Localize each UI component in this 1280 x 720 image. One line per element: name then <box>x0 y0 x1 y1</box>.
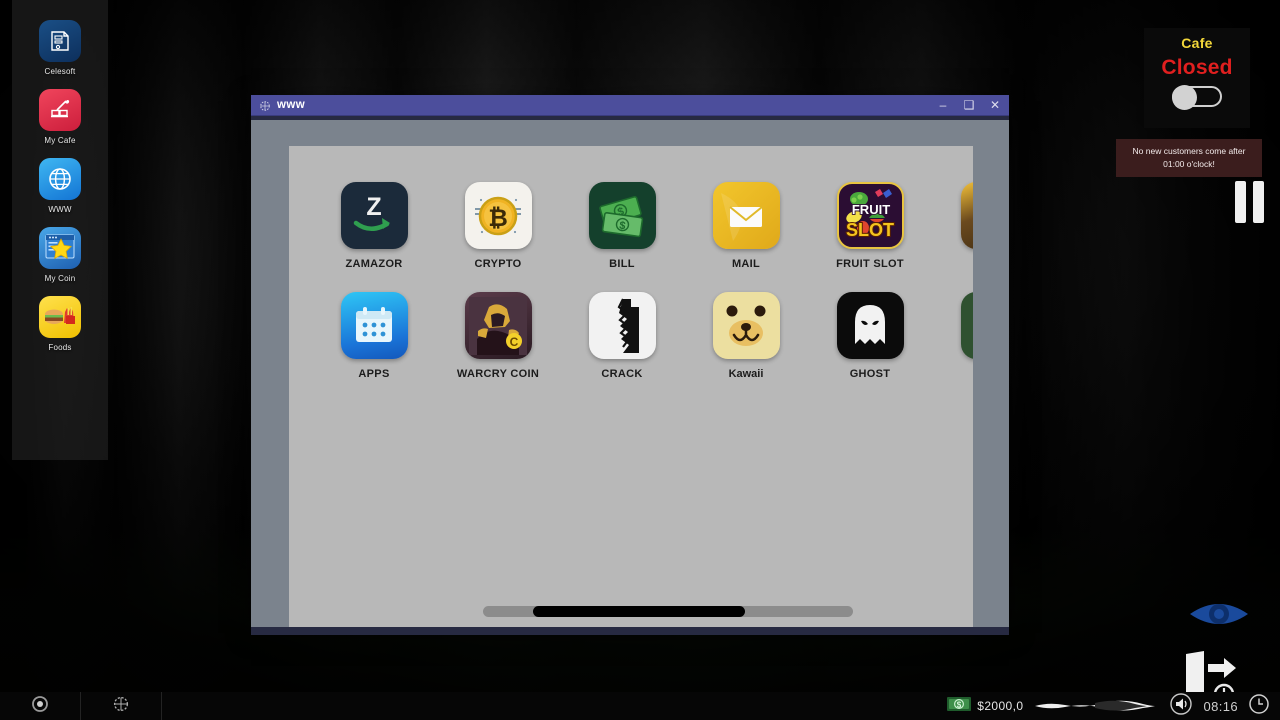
app-tile-skin[interactable]: SKIN <box>939 182 973 270</box>
app-label: ZAMAZOR <box>345 258 402 270</box>
horizontal-scrollbar[interactable] <box>483 606 853 617</box>
eye-view-button[interactable] <box>1186 594 1252 634</box>
clock-time: 08:16 <box>1203 699 1238 714</box>
svg-text:SLOT: SLOT <box>846 220 894 240</box>
pause-bar-left <box>1235 181 1246 223</box>
pause-button[interactable] <box>1232 180 1266 224</box>
globe-icon <box>112 695 130 718</box>
app-tile-crypto[interactable]: ₿ CRYPTO <box>443 182 553 270</box>
app-label: CRYPTO <box>474 258 521 270</box>
bear-face-icon <box>713 292 780 359</box>
app-tile-bill[interactable]: $ $ BILL <box>567 182 677 270</box>
app-grid: Z ZAMAZOR <box>319 182 973 380</box>
cafe-open-toggle[interactable] <box>1172 86 1222 107</box>
treasure-chest-icon <box>961 182 974 249</box>
bitcoin-coin-icon: ₿ <box>465 182 532 249</box>
desktop-icon-label: My Coin <box>45 274 76 284</box>
desktop-icon-label: Foods <box>48 343 71 353</box>
pause-bar-right <box>1253 181 1264 223</box>
cafe-status-badge: Closed <box>1161 56 1232 80</box>
fruit-slot-machine-icon: FRUIT SLOT <box>837 182 904 249</box>
window-content-area: Z ZAMAZOR <box>289 146 973 627</box>
calendar-grid-icon <box>341 292 408 359</box>
app-tile-mail[interactable]: MAIL <box>691 182 801 270</box>
server-tower-icon <box>39 20 81 62</box>
app-label: Kawaii <box>729 368 764 380</box>
sound-waveform <box>1035 699 1155 713</box>
minimize-button[interactable]: – <box>933 96 953 114</box>
window-frame: Z ZAMAZOR <box>251 116 1009 627</box>
app-label: FRUIT SLOT <box>836 258 904 270</box>
svg-text:₿: ₿ <box>488 205 508 232</box>
window-titlebar[interactable]: www – ❑ ✕ <box>251 95 1009 116</box>
analog-clock-icon <box>1248 693 1270 720</box>
app-label: CRACK <box>601 368 642 380</box>
burger-fries-icon <box>39 296 81 338</box>
taskbar-divider <box>161 692 162 720</box>
www-browser-window: www – ❑ ✕ Z Z <box>251 95 1009 627</box>
torn-paper-icon <box>589 292 656 359</box>
warrior-coin-icon: C <box>465 292 532 359</box>
envelope-icon <box>713 182 780 249</box>
start-button[interactable] <box>0 692 80 720</box>
game-screen: Celesoft My Cafe <box>0 0 1280 720</box>
desktop-icon-www[interactable]: WWW <box>20 158 100 215</box>
app-tile-kawaii[interactable]: Kawaii <box>691 292 801 380</box>
taskbar: $ $2000,0 08:16 <box>0 692 1280 720</box>
globe-icon <box>259 99 271 111</box>
app-tile-zamazor[interactable]: Z ZAMAZOR <box>319 182 429 270</box>
ghost-icon <box>837 292 904 359</box>
window-bottom-edge <box>251 627 1009 635</box>
app-label: GHOST <box>850 368 891 380</box>
taskbar-item-www[interactable] <box>81 692 161 720</box>
zamazor-z-arrow-icon: Z <box>341 182 408 249</box>
app-tile-apps[interactable]: APPS <box>319 292 429 380</box>
cafe-title: Cafe <box>1181 35 1213 51</box>
close-button[interactable]: ✕ <box>985 96 1005 114</box>
desktop-icon-label: WWW <box>48 205 71 215</box>
desktop-icon-foods[interactable]: Foods <box>20 296 100 353</box>
desktop-icon-my-cafe[interactable]: My Cafe <box>20 89 100 146</box>
desktop-icon-label: Celesoft <box>45 67 76 77</box>
svg-text:Z: Z <box>366 193 381 221</box>
globe-icon <box>39 158 81 200</box>
app-tile-crack[interactable]: CRACK <box>567 292 677 380</box>
desktop-icon-label: My Cafe <box>44 136 75 146</box>
svg-text:FRUIT: FRUIT <box>851 202 889 217</box>
speaker-icon[interactable] <box>1169 692 1193 720</box>
gold-statue-icon <box>961 292 974 359</box>
money-amount: $2000,0 <box>977 699 1023 713</box>
app-label: BILL <box>609 258 635 270</box>
app-label: APPS <box>358 368 389 380</box>
scrollbar-thumb[interactable] <box>533 606 745 617</box>
app-tile-warcry-coin[interactable]: C WARCRY COIN <box>443 292 553 380</box>
cash-icon: $ <box>946 696 972 717</box>
dollar-bills-icon: $ $ <box>589 182 656 249</box>
toggle-knob <box>1172 85 1197 110</box>
svg-text:$: $ <box>957 700 962 709</box>
desktop-icon-my-coin[interactable]: My Coin <box>20 227 100 284</box>
maximize-button[interactable]: ❑ <box>959 96 979 114</box>
cafe-tooltip: No new customers come after 01:00 o'cloc… <box>1116 139 1262 177</box>
desktop-icon-sidebar: Celesoft My Cafe <box>12 0 108 460</box>
app-label: MAIL <box>732 258 760 270</box>
cafe-sign-icon <box>39 89 81 131</box>
app-tile-fruit-slot[interactable]: FRUIT SLOT FRUIT SLOT <box>815 182 925 270</box>
cafe-status-panel: Cafe Closed <box>1144 28 1250 128</box>
money-display: $ $2000,0 <box>946 696 1023 717</box>
app-tile-real[interactable]: REAL <box>939 292 973 380</box>
window-title: www <box>277 99 927 111</box>
start-orb-icon <box>31 695 49 718</box>
app-tile-ghost[interactable]: GHOST <box>815 292 925 380</box>
star-window-icon <box>39 227 81 269</box>
app-label: WARCRY COIN <box>457 368 539 380</box>
svg-text:C: C <box>510 335 519 349</box>
desktop-icon-celesoft[interactable]: Celesoft <box>20 20 100 77</box>
